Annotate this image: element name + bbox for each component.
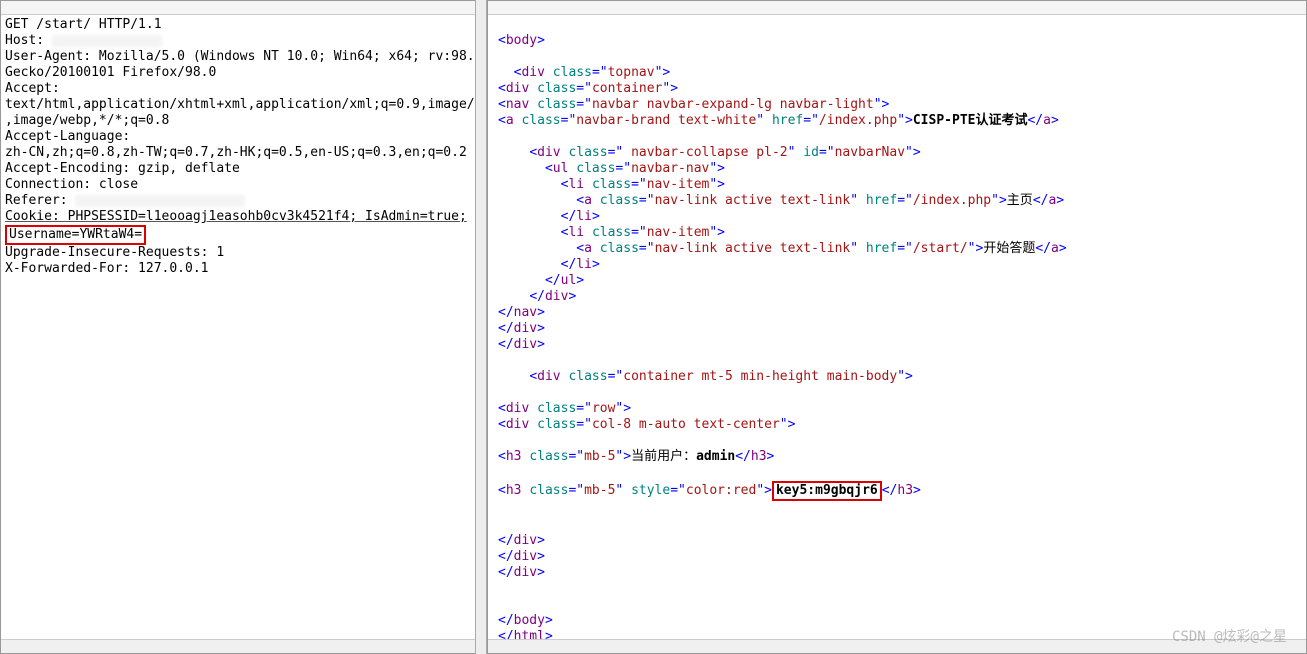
- request-toolbar: [1, 1, 475, 15]
- xff: X-Forwarded-For: 127.0.0.1: [5, 261, 209, 276]
- accept-val2: ,image/webp,*/*;q=0.8: [5, 113, 169, 128]
- req-line: GET /start/ HTTP/1.1: [5, 17, 162, 32]
- request-hscroll[interactable]: [1, 639, 475, 653]
- uir: Upgrade-Insecure-Requests: 1: [5, 245, 224, 260]
- host-label: Host:: [5, 33, 52, 48]
- username-highlight: Username=YWRtaW4=: [5, 225, 146, 245]
- accept-lang-label: Accept-Language:: [5, 129, 130, 144]
- response-pane: <body> <div class="topnav"> <div class="…: [487, 0, 1307, 654]
- accept-label: Accept:: [5, 81, 60, 96]
- gecko-line: Gecko/20100101 Firefox/98.0: [5, 65, 216, 80]
- response-hscroll[interactable]: [488, 639, 1306, 653]
- connection: Connection: close: [5, 177, 138, 192]
- request-pane: GET /start/ HTTP/1.1 Host: User-Agent: M…: [0, 0, 475, 654]
- host-blur: [52, 35, 162, 47]
- cookie-line: Cookie: PHPSESSID=l1eooagj1easohb0cv3k45…: [5, 209, 467, 224]
- accept-enc: Accept-Encoding: gzip, deflate: [5, 161, 240, 176]
- ua-line: User-Agent: Mozilla/5.0 (Windows NT 10.0…: [5, 49, 475, 64]
- referer-blur: [75, 195, 245, 207]
- response-html[interactable]: <body> <div class="topnav"> <div class="…: [488, 15, 1306, 639]
- key-highlight: key5:m9gbqjr6: [772, 481, 882, 501]
- pane-splitter[interactable]: [475, 0, 487, 654]
- accept-val: text/html,application/xhtml+xml,applicat…: [5, 97, 475, 112]
- response-toolbar: [488, 1, 1306, 15]
- request-text[interactable]: GET /start/ HTTP/1.1 Host: User-Agent: M…: [1, 15, 475, 639]
- accept-lang-val: zh-CN,zh;q=0.8,zh-TW;q=0.7,zh-HK;q=0.5,e…: [5, 145, 467, 160]
- referer-label: Referer:: [5, 193, 75, 208]
